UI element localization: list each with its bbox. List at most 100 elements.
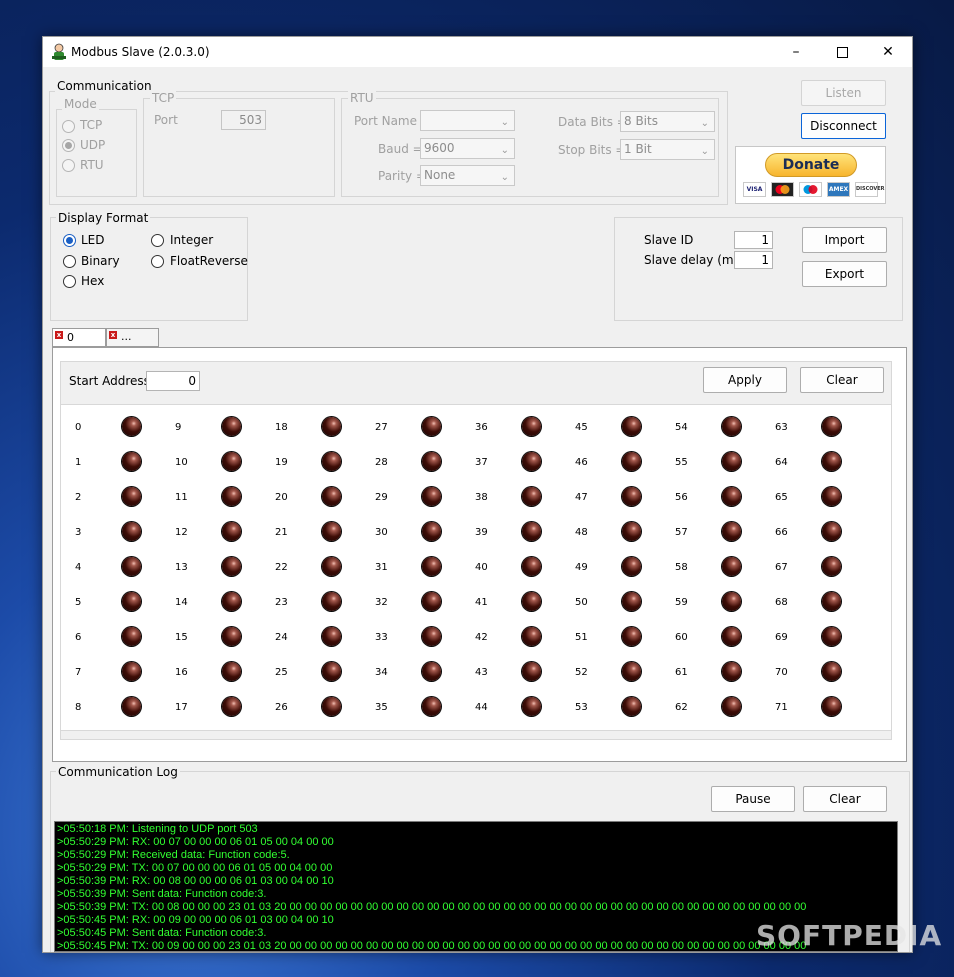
- coil-led-icon[interactable]: [322, 592, 341, 611]
- maximize-button[interactable]: [819, 37, 865, 67]
- coil-led-icon[interactable]: [622, 417, 641, 436]
- donate-panel[interactable]: Donate VISA AMEX DISCOVER: [735, 146, 886, 204]
- coil-led-icon[interactable]: [422, 627, 441, 646]
- horizontal-scrollbar[interactable]: [60, 730, 892, 740]
- parity-select[interactable]: None ⌄: [420, 165, 515, 186]
- coil-led-icon[interactable]: [122, 417, 141, 436]
- coil-led-icon[interactable]: [322, 487, 341, 506]
- coil-led-icon[interactable]: [222, 592, 241, 611]
- coil-led-icon[interactable]: [422, 452, 441, 471]
- coil-led-icon[interactable]: [222, 697, 241, 716]
- log-clear-button[interactable]: Clear: [803, 786, 887, 812]
- coil-led-icon[interactable]: [122, 627, 141, 646]
- coil-led-icon[interactable]: [222, 487, 241, 506]
- coil-led-icon[interactable]: [722, 662, 741, 681]
- coil-led-icon[interactable]: [822, 417, 841, 436]
- coil-led-icon[interactable]: [722, 417, 741, 436]
- coil-led-icon[interactable]: [222, 557, 241, 576]
- coil-led-icon[interactable]: [122, 592, 141, 611]
- coil-led-icon[interactable]: [222, 627, 241, 646]
- coil-led-icon[interactable]: [322, 627, 341, 646]
- coil-led-icon[interactable]: [622, 452, 641, 471]
- format-integer-radio[interactable]: [151, 234, 164, 247]
- coil-led-icon[interactable]: [522, 452, 541, 471]
- disconnect-button[interactable]: Disconnect: [801, 113, 886, 139]
- tab-0[interactable]: x 0: [52, 328, 106, 347]
- format-binary-radio[interactable]: [63, 255, 76, 268]
- coil-led-icon[interactable]: [722, 487, 741, 506]
- coil-led-icon[interactable]: [322, 697, 341, 716]
- close-button[interactable]: ✕: [865, 37, 911, 67]
- coil-led-icon[interactable]: [822, 697, 841, 716]
- coil-led-icon[interactable]: [522, 662, 541, 681]
- mode-udp-radio[interactable]: [62, 139, 75, 152]
- export-button[interactable]: Export: [802, 261, 887, 287]
- coil-led-icon[interactable]: [522, 487, 541, 506]
- tab-new[interactable]: x ...: [106, 328, 159, 347]
- clear-button[interactable]: Clear: [800, 367, 884, 393]
- coil-led-icon[interactable]: [122, 452, 141, 471]
- coil-led-icon[interactable]: [522, 522, 541, 541]
- coil-led-icon[interactable]: [822, 487, 841, 506]
- coil-led-icon[interactable]: [622, 592, 641, 611]
- coil-led-icon[interactable]: [322, 662, 341, 681]
- apply-button[interactable]: Apply: [703, 367, 787, 393]
- coil-led-icon[interactable]: [222, 522, 241, 541]
- coil-led-icon[interactable]: [822, 627, 841, 646]
- coil-led-icon[interactable]: [322, 417, 341, 436]
- coil-led-icon[interactable]: [122, 487, 141, 506]
- coil-led-icon[interactable]: [822, 452, 841, 471]
- start-address-input[interactable]: 0: [146, 371, 200, 391]
- coil-led-icon[interactable]: [522, 557, 541, 576]
- mode-rtu-radio[interactable]: [62, 159, 75, 172]
- format-hex-radio[interactable]: [63, 275, 76, 288]
- pause-button[interactable]: Pause: [711, 786, 795, 812]
- coil-led-icon[interactable]: [622, 557, 641, 576]
- coil-led-icon[interactable]: [722, 697, 741, 716]
- coil-led-icon[interactable]: [722, 522, 741, 541]
- slave-delay-input[interactable]: 1: [734, 251, 773, 269]
- coil-led-icon[interactable]: [422, 487, 441, 506]
- close-icon[interactable]: x: [55, 331, 63, 339]
- import-button[interactable]: Import: [802, 227, 887, 253]
- coil-led-icon[interactable]: [222, 452, 241, 471]
- coil-led-icon[interactable]: [522, 627, 541, 646]
- close-icon[interactable]: x: [109, 331, 117, 339]
- listen-button[interactable]: Listen: [801, 80, 886, 106]
- stop-bits-select[interactable]: 1 Bit ⌄: [620, 139, 715, 160]
- coil-led-icon[interactable]: [122, 662, 141, 681]
- donate-button[interactable]: Donate: [765, 153, 857, 177]
- coil-led-icon[interactable]: [422, 522, 441, 541]
- coil-led-icon[interactable]: [122, 697, 141, 716]
- coil-led-icon[interactable]: [522, 697, 541, 716]
- coil-led-icon[interactable]: [622, 487, 641, 506]
- coil-led-icon[interactable]: [622, 662, 641, 681]
- coil-led-icon[interactable]: [422, 697, 441, 716]
- coil-led-icon[interactable]: [222, 417, 241, 436]
- coil-led-icon[interactable]: [222, 662, 241, 681]
- coil-led-icon[interactable]: [822, 522, 841, 541]
- coil-led-icon[interactable]: [422, 557, 441, 576]
- minimize-button[interactable]: –: [773, 37, 819, 67]
- coil-led-icon[interactable]: [322, 522, 341, 541]
- slave-id-input[interactable]: 1: [734, 231, 773, 249]
- coil-led-icon[interactable]: [622, 697, 641, 716]
- coil-led-icon[interactable]: [722, 627, 741, 646]
- coil-led-icon[interactable]: [822, 557, 841, 576]
- coil-led-icon[interactable]: [622, 627, 641, 646]
- coil-led-icon[interactable]: [422, 592, 441, 611]
- coil-led-icon[interactable]: [722, 592, 741, 611]
- coil-led-icon[interactable]: [422, 417, 441, 436]
- coil-led-icon[interactable]: [822, 592, 841, 611]
- coil-led-icon[interactable]: [422, 662, 441, 681]
- coil-led-icon[interactable]: [522, 417, 541, 436]
- tcp-port-input[interactable]: 503: [221, 110, 266, 130]
- baud-select[interactable]: 9600 ⌄: [420, 138, 515, 159]
- format-led-radio[interactable]: [63, 234, 76, 247]
- coil-led-icon[interactable]: [522, 592, 541, 611]
- data-bits-select[interactable]: 8 Bits ⌄: [620, 111, 715, 132]
- coil-led-icon[interactable]: [722, 452, 741, 471]
- coil-led-icon[interactable]: [622, 522, 641, 541]
- port-name-select[interactable]: ⌄: [420, 110, 515, 131]
- coil-led-icon[interactable]: [322, 452, 341, 471]
